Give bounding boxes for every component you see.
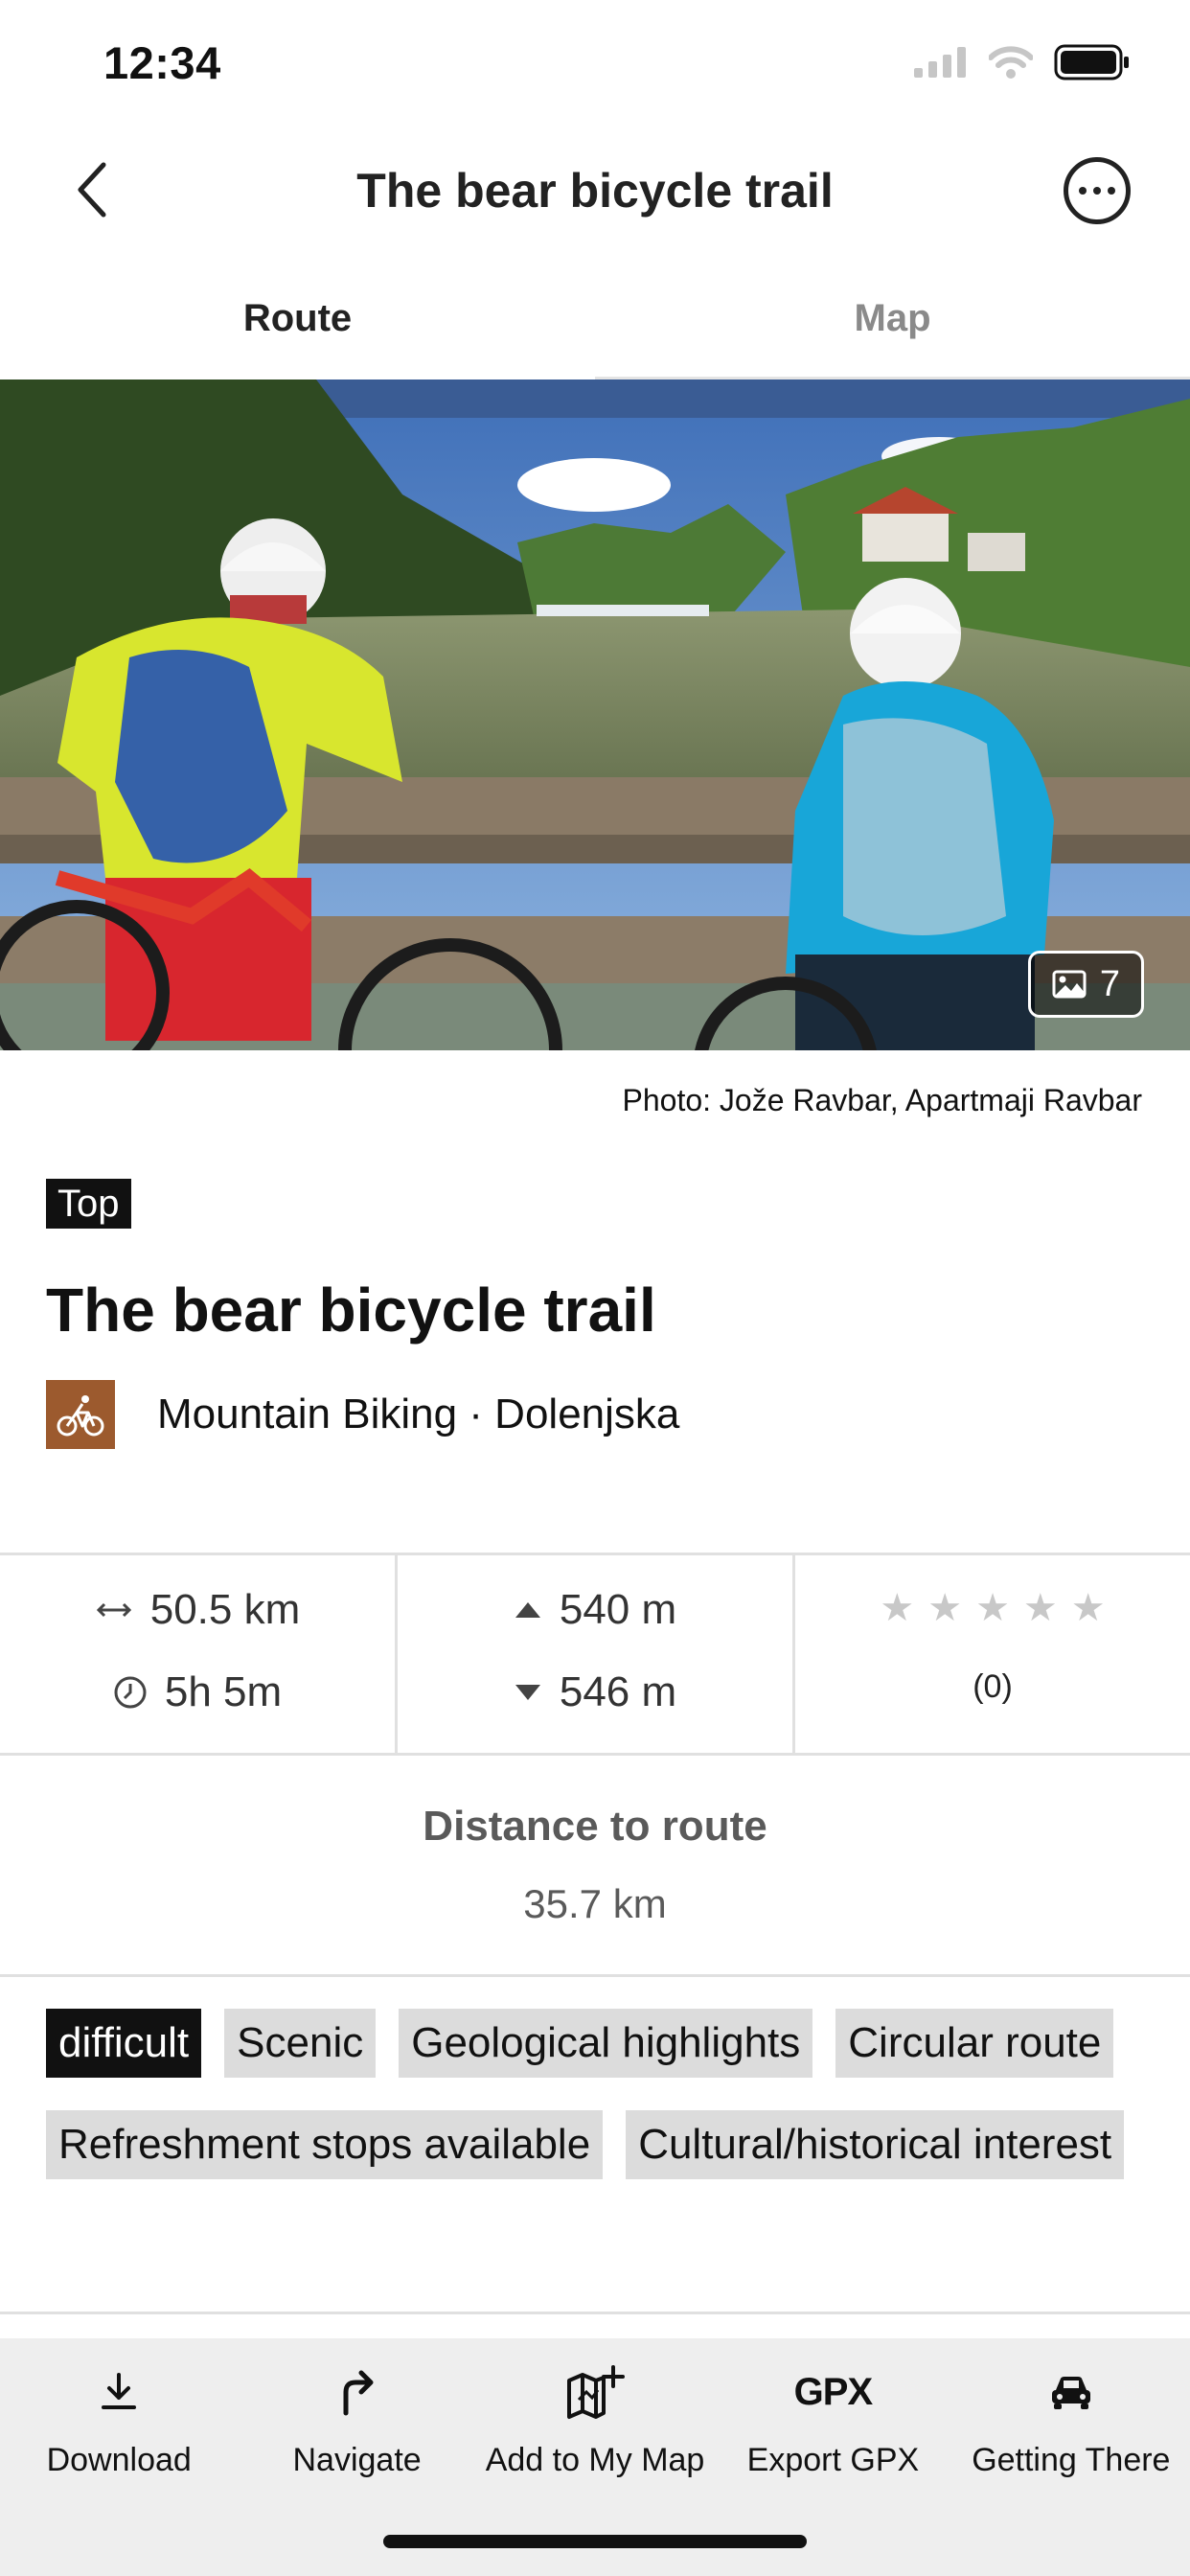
image-icon [1052, 970, 1087, 999]
map-add-icon [476, 2359, 714, 2425]
distance-value: 50.5 km [149, 1586, 301, 1633]
turn-right-arrow-icon [238, 2359, 475, 2425]
battery-icon [1054, 44, 1129, 80]
divider [0, 2312, 1190, 2314]
rating-count-line: (0) [795, 1668, 1190, 1706]
stats-rating[interactable]: ★ ★ ★ ★ ★ (0) [792, 1555, 1190, 1753]
home-indicator[interactable] [383, 2535, 807, 2548]
route-tags: difficult Scenic Geological highlights C… [46, 2009, 1157, 2179]
stat-duration: 5h 5m [0, 1668, 395, 1716]
status-time: 12:34 [103, 37, 221, 88]
ascent-value: 540 m [559, 1586, 677, 1633]
car-icon [952, 2359, 1190, 2425]
tag: Scenic [224, 2009, 377, 2078]
navigation-bar: The bear bicycle trail [0, 134, 1190, 249]
more-dot-icon [1108, 187, 1115, 195]
distance-to-route-value: 35.7 km [523, 1881, 667, 1926]
star-icon: ★ [1022, 1587, 1058, 1629]
export-gpx-label: Export GPX [746, 2442, 920, 2478]
route-category: Mountain Biking · Dolenjska [157, 1391, 680, 1438]
star-icon: ★ [880, 1587, 915, 1629]
tab-bar: Route Map [0, 268, 1190, 380]
tag-difficulty: difficult [46, 2009, 202, 2078]
distance-to-route: Distance to route 35.7 km [0, 1759, 1190, 1977]
stats-elevation: 540 m 546 m [395, 1555, 792, 1753]
duration-value: 5h 5m [164, 1668, 283, 1715]
route-photo [0, 380, 1190, 1050]
tag: Geological highlights [399, 2009, 813, 2078]
getting-there-button[interactable]: Getting There [952, 2338, 1190, 2576]
hero-photo[interactable]: 7 [0, 380, 1190, 1050]
tab-route[interactable]: Route [0, 268, 595, 380]
star-icon: ★ [927, 1587, 963, 1629]
download-label: Download [46, 2442, 192, 2478]
wifi-icon [989, 46, 1033, 79]
descent-value: 546 m [559, 1668, 677, 1715]
stat-distance: 50.5 km [0, 1586, 395, 1634]
getting-there-label: Getting There [972, 2442, 1171, 2478]
distance-to-route-label: Distance to route [423, 1803, 767, 1850]
more-dot-icon [1079, 187, 1087, 195]
rating-stars: ★ ★ ★ ★ ★ [795, 1586, 1190, 1630]
route-stats: 50.5 km 5h 5m 540 m 546 m ★ ★ ★ ★ ★ (0) [0, 1552, 1190, 1756]
tab-map[interactable]: Map [595, 268, 1190, 377]
tag: Refreshment stops available [46, 2110, 604, 2179]
stat-ascent: 540 m [398, 1586, 792, 1634]
tag: Cultural/historical interest [626, 2110, 1125, 2179]
category-row: Mountain Biking · Dolenjska [46, 1380, 679, 1449]
more-dot-icon [1093, 187, 1101, 195]
ascent-triangle-icon [515, 1602, 540, 1618]
descent-triangle-icon [515, 1685, 540, 1700]
more-options-button[interactable] [1064, 157, 1131, 224]
route-title: The bear bicycle trail [46, 1276, 656, 1345]
download-button[interactable]: Download [0, 2338, 238, 2576]
navigate-label: Navigate [292, 2442, 422, 2478]
horizontal-arrows-icon [96, 1602, 131, 1618]
gpx-icon: GPX [714, 2359, 951, 2425]
photo-credit: Photo: Jože Ravbar, Apartmaji Ravbar [622, 1083, 1143, 1117]
top-badge: Top [46, 1179, 131, 1229]
status-icons [914, 44, 1131, 80]
stat-descent: 546 m [398, 1668, 792, 1716]
rating-count: (0) [973, 1668, 1013, 1705]
add-to-my-map-label: Add to My Map [485, 2442, 705, 2478]
page-title: The bear bicycle trail [356, 164, 834, 218]
photo-count: 7 [1099, 963, 1120, 1004]
cellular-signal-icon [914, 47, 966, 78]
photo-count-badge[interactable]: 7 [1027, 951, 1144, 1018]
tag: Circular route [835, 2009, 1114, 2078]
mountain-bike-icon [46, 1380, 115, 1449]
download-icon [0, 2359, 238, 2425]
gpx-icon-text: GPX [793, 2370, 873, 2413]
stats-distance-duration: 50.5 km 5h 5m [0, 1555, 395, 1753]
star-icon: ★ [1070, 1587, 1106, 1629]
clock-icon [114, 1676, 147, 1709]
status-bar: 12:34 [0, 0, 1190, 126]
star-icon: ★ [975, 1587, 1010, 1629]
